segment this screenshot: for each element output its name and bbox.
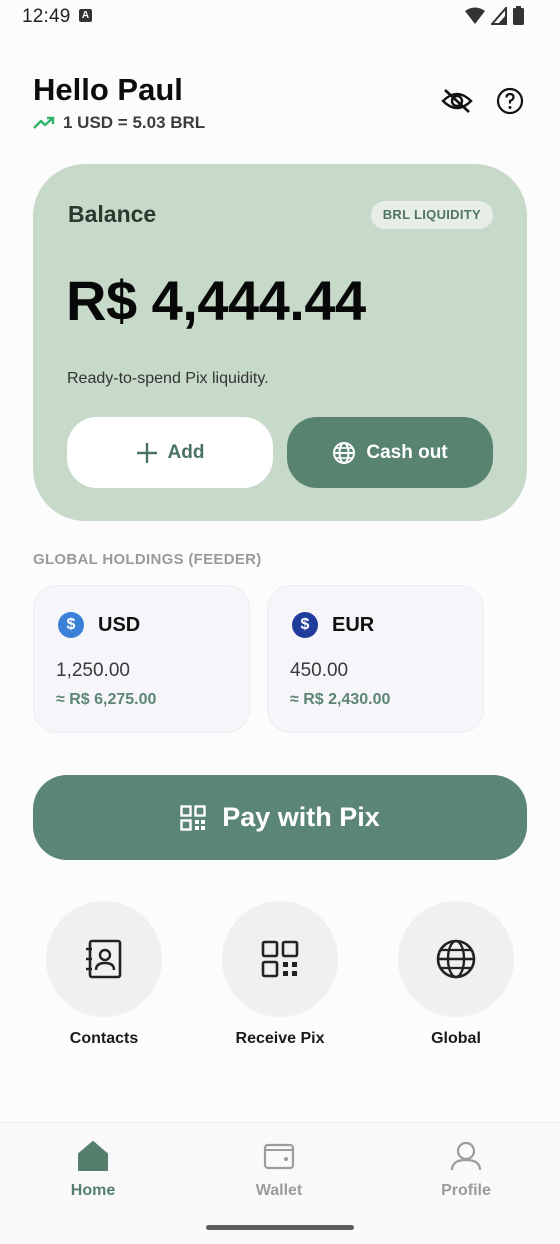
quick-action-contacts[interactable]: Contacts bbox=[34, 901, 174, 1048]
globe-icon bbox=[333, 441, 356, 464]
cash-out-button[interactable]: Cash out bbox=[287, 417, 493, 488]
holding-card-eur[interactable]: $ EUR 450.00 ≈ R$ 2,430.00 bbox=[267, 585, 484, 733]
holding-currency: EUR bbox=[332, 613, 375, 636]
qr-code-icon bbox=[261, 940, 299, 978]
hide-balance-button[interactable] bbox=[440, 84, 474, 118]
pay-with-pix-label: Pay with Pix bbox=[222, 802, 380, 832]
holding-header: $ USD bbox=[58, 612, 140, 638]
quick-action-receive-pix[interactable]: Receive Pix bbox=[210, 901, 350, 1048]
holding-converted: ≈ R$ 6,275.00 bbox=[56, 691, 157, 708]
liquidity-badge: BRL LIQUIDITY bbox=[370, 201, 493, 229]
wallet-icon bbox=[263, 1143, 295, 1170]
qr-code-icon bbox=[180, 804, 206, 831]
battery-icon bbox=[513, 6, 524, 25]
status-time: 12:49 bbox=[22, 6, 71, 27]
profile-icon bbox=[450, 1141, 482, 1171]
quick-action-circle bbox=[398, 901, 514, 1017]
add-button[interactable]: Add bbox=[67, 417, 273, 488]
quick-action-circle bbox=[46, 901, 162, 1017]
add-label: Add bbox=[167, 441, 205, 463]
notification-icon: A bbox=[79, 9, 92, 22]
exchange-rate-text: 1 USD = 5.03 BRL bbox=[63, 113, 206, 132]
quick-action-label: Global bbox=[431, 1030, 481, 1047]
quick-action-label: Receive Pix bbox=[235, 1030, 325, 1047]
contacts-icon bbox=[86, 939, 122, 979]
home-screen: 12:49 A Hello Paul 1 USD = 5.03 BRL Bala… bbox=[0, 0, 560, 1244]
plus-icon bbox=[136, 442, 157, 463]
holding-amount: 450.00 bbox=[290, 660, 349, 681]
trending-up-icon bbox=[33, 116, 55, 129]
holding-header: $ EUR bbox=[292, 612, 374, 638]
nav-label: Profile bbox=[441, 1182, 491, 1199]
status-bar: 12:49 A bbox=[0, 0, 560, 34]
balance-description: Ready-to-spend Pix liquidity. bbox=[67, 370, 269, 387]
dollar-coin-icon: $ bbox=[58, 612, 84, 638]
nav-item-home[interactable]: Home bbox=[33, 1141, 153, 1200]
balance-label: Balance bbox=[68, 201, 157, 227]
eye-off-icon bbox=[441, 89, 473, 113]
holding-currency: USD bbox=[98, 613, 141, 636]
greeting: Hello Paul bbox=[33, 72, 183, 107]
cash-out-label: Cash out bbox=[366, 441, 448, 463]
exchange-rate: 1 USD = 5.03 BRL bbox=[33, 113, 205, 133]
help-icon bbox=[496, 87, 524, 115]
holdings-title: GLOBAL HOLDINGS (FEEDER) bbox=[33, 551, 262, 568]
quick-action-label: Contacts bbox=[69, 1030, 139, 1047]
pay-with-pix-button[interactable]: Pay with Pix bbox=[33, 775, 527, 860]
nav-label: Wallet bbox=[255, 1182, 303, 1199]
holding-amount: 1,250.00 bbox=[56, 660, 130, 681]
holding-converted: ≈ R$ 2,430.00 bbox=[290, 691, 391, 708]
help-button[interactable] bbox=[493, 84, 527, 118]
gesture-bar[interactable] bbox=[206, 1225, 354, 1230]
nav-item-profile[interactable]: Profile bbox=[406, 1141, 526, 1200]
quick-action-circle bbox=[222, 901, 338, 1017]
wifi-icon bbox=[465, 7, 485, 24]
signal-icon bbox=[491, 6, 507, 25]
dollar-coin-icon: $ bbox=[292, 612, 318, 638]
globe-icon bbox=[436, 939, 476, 979]
nav-item-wallet[interactable]: Wallet bbox=[219, 1141, 339, 1200]
home-icon bbox=[78, 1141, 108, 1171]
quick-action-global[interactable]: Global bbox=[386, 901, 526, 1048]
balance-card: Balance BRL LIQUIDITY R$ 4,444.44 Ready-… bbox=[33, 164, 527, 521]
status-icons bbox=[465, 6, 524, 25]
holding-card-usd[interactable]: $ USD 1,250.00 ≈ R$ 6,275.00 bbox=[33, 585, 250, 733]
nav-label: Home bbox=[70, 1182, 116, 1199]
balance-amount: R$ 4,444.44 bbox=[66, 269, 366, 332]
